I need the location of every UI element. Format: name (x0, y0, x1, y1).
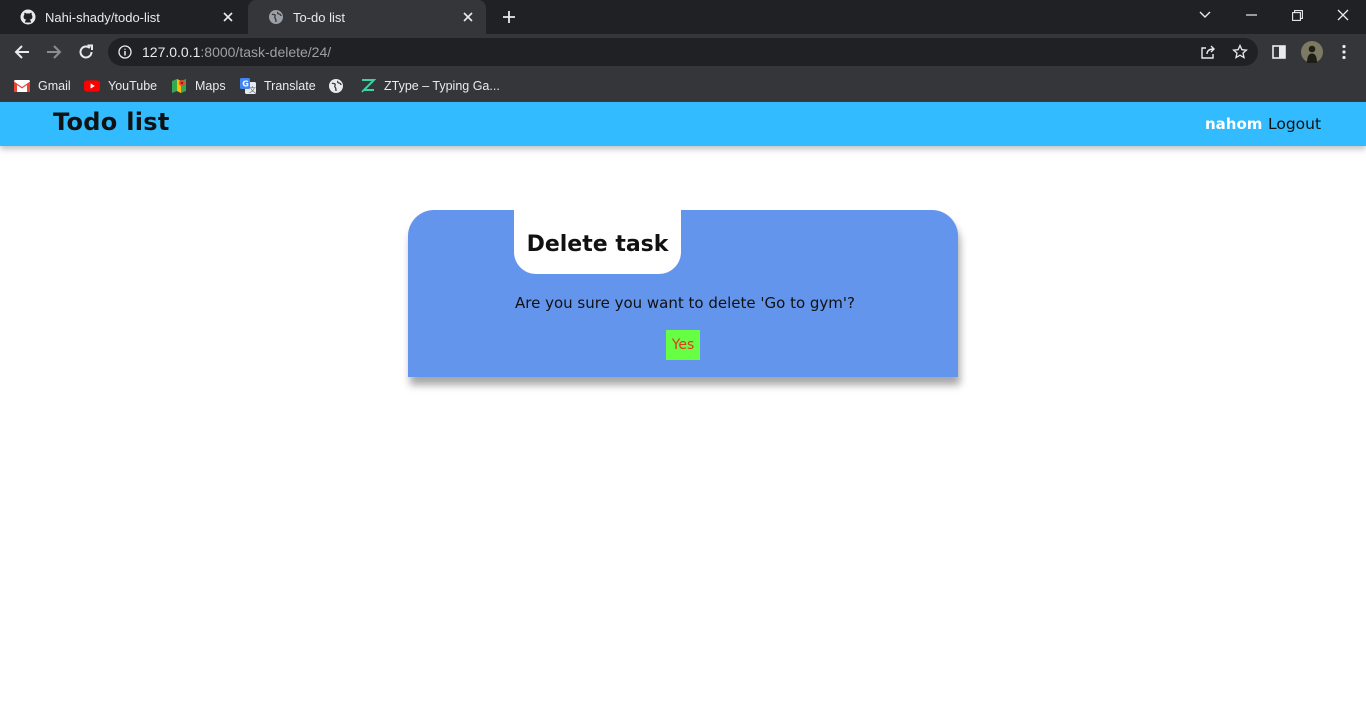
confirm-delete-button[interactable]: Yes (666, 330, 700, 360)
bookmark-ztype[interactable]: ZType – Typing Ga... (360, 76, 500, 96)
side-panel-icon[interactable] (1265, 38, 1293, 66)
current-username: nahom (1205, 115, 1263, 133)
delete-confirmation-message: Are you sure you want to delete 'Go to g… (515, 294, 855, 312)
site-navbar: Todo list nahom Logout (0, 102, 1366, 146)
browser-tabstrip: Nahi-shady/todo-list To-do list (0, 0, 1366, 34)
bookmark-label: YouTube (108, 79, 158, 93)
svg-text:G: G (242, 80, 249, 89)
site-brand[interactable]: Todo list (53, 108, 170, 136)
menu-dots-icon[interactable] (1330, 38, 1358, 66)
avatar[interactable] (1298, 38, 1326, 66)
close-icon[interactable] (218, 7, 238, 27)
close-icon[interactable] (458, 7, 478, 27)
bookmark-gmail[interactable]: Gmail (14, 76, 71, 96)
bookmark-globe[interactable] (328, 76, 352, 96)
back-icon[interactable] (8, 38, 36, 66)
globe-icon (268, 9, 284, 25)
bookmark-label: Gmail (38, 79, 71, 93)
ztype-icon (360, 78, 376, 94)
bookmark-label: ZType – Typing Ga... (384, 79, 500, 93)
logout-link[interactable]: Logout (1268, 115, 1321, 133)
tab-todo-list[interactable]: To-do list (248, 0, 486, 34)
url-host: 127.0.0.1 (142, 44, 201, 60)
reload-icon[interactable] (72, 38, 100, 66)
tab-github[interactable]: Nahi-shady/todo-list (0, 0, 246, 34)
github-icon (20, 9, 36, 25)
address-bar[interactable]: 127.0.0.1:8000/task-delete/24/ (108, 38, 1258, 66)
tab-title: Nahi-shady/todo-list (45, 9, 160, 25)
url-text: 127.0.0.1:8000/task-delete/24/ (142, 44, 331, 60)
window-close-icon[interactable] (1320, 0, 1366, 30)
youtube-icon (84, 78, 100, 94)
bookmark-translate[interactable]: G文 Translate (240, 76, 316, 96)
site-info-icon[interactable] (118, 45, 132, 59)
new-tab-button[interactable] (498, 6, 520, 28)
maps-icon (171, 78, 187, 94)
gmail-icon (14, 78, 30, 94)
minimize-icon[interactable] (1228, 0, 1274, 30)
page-title: Delete task (526, 231, 669, 257)
svg-text:文: 文 (249, 85, 256, 94)
forward-icon[interactable] (40, 38, 68, 66)
bookmark-star-icon[interactable] (1226, 38, 1254, 66)
restore-icon[interactable] (1274, 0, 1320, 30)
bookmark-maps[interactable]: Maps (171, 76, 226, 96)
bookmarks-bar: Gmail YouTube Maps G文 Translate ZType – … (0, 70, 1366, 102)
globe-icon (328, 78, 344, 94)
tab-title: To-do list (293, 9, 346, 25)
tab-search-icon[interactable] (1182, 0, 1228, 30)
bookmark-label: Translate (264, 79, 316, 93)
delete-task-card: Delete task Are you sure you want to del… (408, 210, 958, 377)
card-header: Delete task (514, 210, 681, 274)
translate-icon: G文 (240, 78, 256, 94)
share-icon[interactable] (1194, 38, 1222, 66)
browser-toolbar: 127.0.0.1:8000/task-delete/24/ (0, 34, 1366, 70)
url-path: :8000/task-delete/24/ (200, 44, 332, 60)
bookmark-youtube[interactable]: YouTube (84, 76, 157, 96)
bookmark-label: Maps (195, 79, 226, 93)
